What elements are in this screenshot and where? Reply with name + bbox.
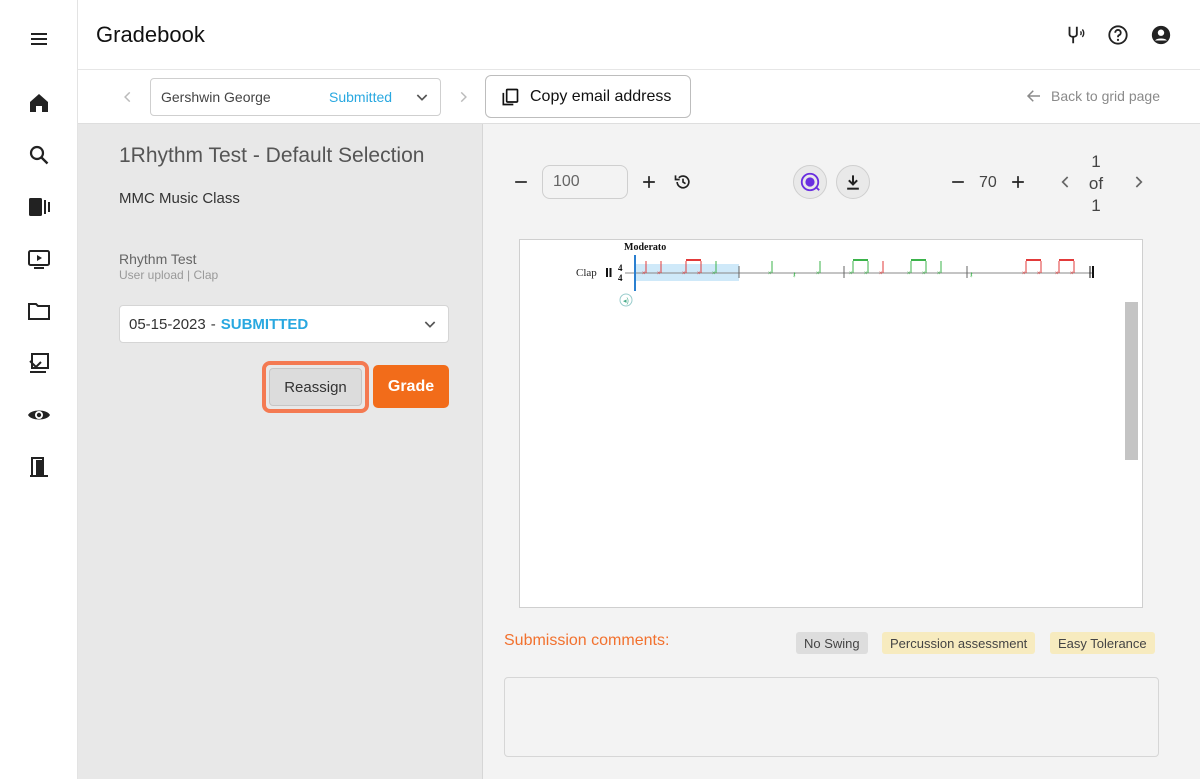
svg-text:×: × [922,271,926,277]
account-icon[interactable] [1148,22,1174,48]
app-header: Gradebook [78,0,1200,70]
next-page-button[interactable] [1125,169,1151,195]
score-scrollbar[interactable] [1125,302,1138,460]
chevron-down-icon [416,94,428,101]
svg-text:×: × [642,271,646,277]
tag-percussion-assessment: Percussion assessment [882,632,1036,654]
tempo-input[interactable]: 100 [542,165,628,199]
tag-no-swing: No Swing [796,632,868,654]
minus-icon [515,181,527,183]
next-student-button[interactable] [451,85,475,109]
submission-date: 05-15-2023 [129,315,206,333]
chevron-down-icon [424,321,436,328]
svg-text:×: × [1055,271,1059,277]
time-sig-top: 4 [618,263,623,273]
submission-separator: - [210,315,216,333]
test-name: Rhythm Test [119,251,197,267]
svg-text:×: × [768,271,772,277]
plus-icon [1012,176,1024,188]
playback-icon [800,172,820,192]
tag-easy-tolerance: Easy Tolerance [1050,632,1155,654]
page-title: Gradebook [96,22,205,47]
library-icon[interactable] [24,192,54,222]
copy-email-button[interactable]: Copy email address [485,75,691,118]
chevron-left-icon [1061,176,1069,188]
svg-text:×: × [1037,271,1041,277]
assignment-title: 1Rhythm Test - Default Selection [119,144,425,167]
search-icon[interactable] [24,140,54,170]
back-to-grid-label: Back to grid page [1051,88,1160,104]
chevron-left-icon [124,91,131,103]
test-meta: User upload | Clap [119,268,219,282]
sheet-music: Moderato Clap 4 4 ◂) × × × × × × 𝄽 × × ×… [519,239,1143,608]
eye-icon[interactable] [24,400,54,430]
class-name: MMC Music Class [119,190,240,207]
video-icon[interactable] [24,244,54,274]
page-indicator: 1 of 1 [1083,151,1109,217]
svg-text:×: × [816,271,820,277]
svg-text:×: × [864,271,868,277]
zoom-in-button[interactable] [1005,169,1031,195]
svg-text:×: × [682,271,686,277]
history-icon [674,175,690,189]
copy-email-label: Copy email address [530,87,672,105]
tempo-increase-button[interactable] [636,169,662,195]
download-button[interactable] [836,165,870,199]
arrow-left-icon [1026,90,1041,102]
student-status: Submitted [329,89,393,105]
svg-text:𝄽: 𝄽 [970,270,973,280]
score-viewer: 100 70 1 of 1 Moderato Clap 4 4 ◂) × × ×… [483,124,1200,779]
svg-text:×: × [879,271,883,277]
student-name: Gershwin George [161,89,271,105]
home-icon[interactable] [24,88,54,118]
minus-icon [952,181,964,183]
comments-textarea[interactable] [504,677,1159,757]
exit-icon[interactable] [24,452,54,482]
assignment-panel: 1Rhythm Test - Default Selection MMC Mus… [78,124,483,779]
copy-icon [502,88,519,105]
playback-button[interactable] [793,165,827,199]
submission-status: SUBMITTED [220,315,309,333]
chevron-right-icon [460,91,467,103]
time-sig-bottom: 4 [618,273,623,283]
previous-page-button[interactable] [1053,169,1079,195]
folder-icon[interactable] [24,296,54,326]
rhythm-score: Moderato Clap 4 4 ◂) × × × × × × 𝄽 × × ×… [576,242,1094,307]
student-nav-bar: Gershwin George Submitted Copy email add… [78,70,1200,124]
grade-button[interactable]: Grade [373,365,449,408]
help-icon[interactable] [1105,22,1131,48]
menu-icon[interactable] [24,24,54,54]
tempo-mark: Moderato [624,242,666,253]
reassign-button[interactable]: Reassign [269,368,362,406]
tempo-decrease-button[interactable] [508,169,534,195]
svg-text:𝄽: 𝄽 [793,270,796,280]
svg-text:×: × [712,271,716,277]
svg-text:×: × [1022,271,1026,277]
reset-tempo-button[interactable] [670,169,696,195]
part-name: Clap [576,267,597,279]
student-select[interactable]: Gershwin George Submitted [150,78,441,116]
previous-student-button[interactable] [116,85,140,109]
svg-text:◂): ◂) [623,298,629,305]
svg-text:×: × [657,271,661,277]
assignment-icon[interactable] [24,348,54,378]
side-rail [0,0,78,779]
svg-text:×: × [1070,271,1074,277]
page-of: of [1088,174,1104,193]
page-current: 1 [1091,152,1101,171]
svg-text:×: × [907,271,911,277]
back-to-grid-link[interactable]: Back to grid page [1025,87,1160,105]
download-icon [847,175,859,190]
zoom-value: 70 [979,174,997,191]
tuning-fork-icon[interactable] [1062,22,1088,48]
svg-text:×: × [937,271,941,277]
plus-icon [643,176,655,188]
svg-text:×: × [849,271,853,277]
chevron-right-icon [1135,176,1143,188]
svg-text:×: × [697,271,701,277]
submission-comments-label: Submission comments: [504,632,670,649]
submission-select[interactable]: 05-15-2023 - SUBMITTED [119,305,449,343]
zoom-out-button[interactable] [945,169,971,195]
page-total: 1 [1091,196,1101,215]
